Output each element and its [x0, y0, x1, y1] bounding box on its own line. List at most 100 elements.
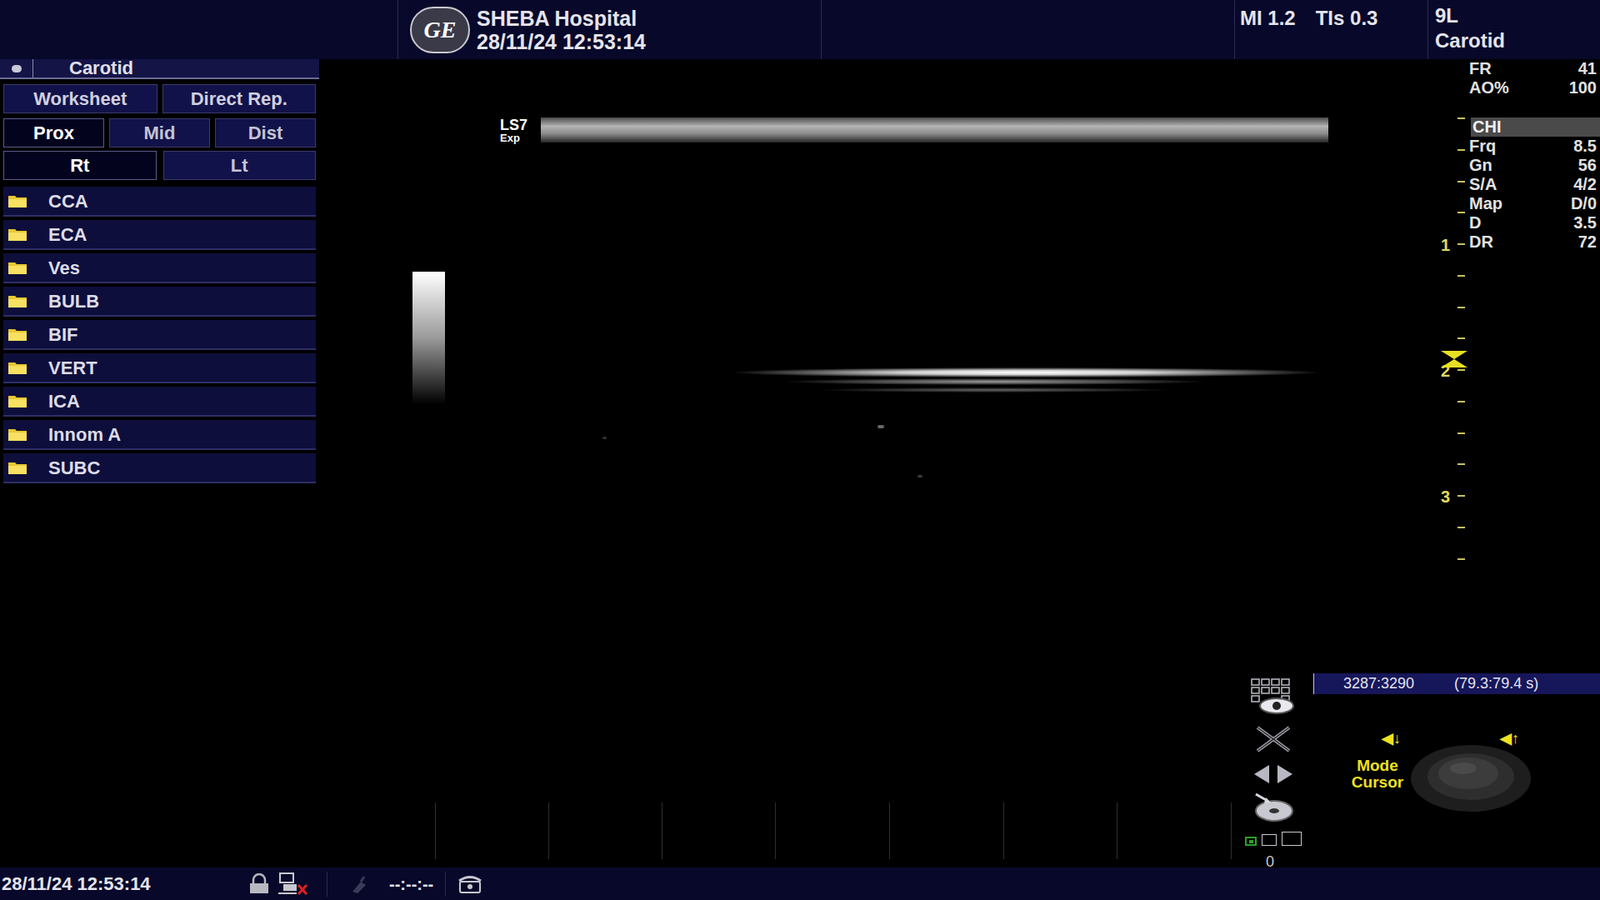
navigate-arrows-icon[interactable]	[1252, 763, 1295, 785]
delete-icon[interactable]	[1254, 724, 1293, 755]
chi-mode[interactable]: CHI	[1470, 117, 1600, 137]
phone-icon	[457, 873, 483, 895]
depth-tick	[1457, 275, 1465, 277]
side-button[interactable]: Lt	[163, 150, 317, 180]
hospital-name: SHEBA Hospital	[476, 6, 646, 30]
parameter-panel: FR41AO%100 CHI Frq8.5Gn56S/A4/2MapD/0D3.…	[1469, 59, 1600, 252]
depth-tick	[1457, 149, 1465, 151]
depth-tick	[1457, 495, 1465, 497]
cine-time: (79.3:79.4 s)	[1454, 672, 1539, 695]
cine-bar[interactable]: 3287:3290 (79.3:79.4 s)	[1313, 673, 1600, 695]
echo-line	[785, 378, 1203, 385]
timeline-mark	[889, 802, 890, 860]
sidebar-item[interactable]: VERT	[3, 353, 316, 384]
sidebar-item[interactable]: BULB	[3, 286, 316, 317]
segment-button[interactable]: Prox	[3, 118, 105, 148]
folder-icon	[7, 326, 28, 342]
timeline-mark	[1230, 802, 1232, 860]
disk-save-icon[interactable]	[1250, 790, 1295, 823]
parameter-row[interactable]: S/A4/2	[1469, 175, 1600, 195]
focus-marker-icon[interactable]	[1440, 350, 1469, 369]
depth-tick	[1457, 526, 1465, 529]
right-arrow-label: ◀↑	[1500, 727, 1520, 750]
view-layout-boxes[interactable]	[1245, 831, 1302, 846]
folder-icon	[7, 360, 28, 375]
timeline-mark	[775, 802, 776, 860]
mi-reading: MI 1.2	[1240, 3, 1296, 34]
trackball-icon[interactable]	[1408, 740, 1534, 815]
panel-dot-icon[interactable]	[0, 59, 34, 78]
depth-tick	[1457, 558, 1465, 560]
header-datetime: 28/11/24 12:53:14	[476, 30, 646, 54]
segment-button[interactable]: Dist	[215, 118, 316, 148]
depth-tick	[1457, 306, 1465, 309]
worksheet-tab[interactable]: Direct Rep.	[162, 84, 317, 114]
sidebar-item[interactable]: CCA	[3, 186, 316, 217]
status-clock: --:--:--	[389, 871, 434, 897]
status-bar: 28/11/24 12:53:14 --:--:--	[0, 867, 1600, 900]
parameter-row[interactable]: AO%100	[1469, 78, 1600, 98]
depth-tick	[1457, 180, 1465, 183]
parameter-row[interactable]: FR41	[1469, 59, 1600, 79]
header: GE SHEBA Hospital 28/11/24 12:53:14 MI 1…	[0, 0, 1600, 60]
sidebar-item[interactable]: SUBC	[3, 453, 316, 484]
tis-reading: TIs 0.3	[1315, 3, 1379, 34]
ultrasound-canvas: LS7 Exp 123 FR41AO%100 CHI Frq8.5Gn56S/A…	[319, 59, 1600, 868]
preset-name: Carotid	[1435, 28, 1600, 54]
cine-frames: 3287:3290	[1343, 672, 1415, 695]
near-field-echo	[540, 117, 1329, 143]
sidebar-item[interactable]: ICA	[3, 386, 316, 417]
sidebar-title: Carotid	[33, 58, 134, 79]
mode-cursor-label: Mode Cursor	[1342, 757, 1413, 791]
clip-counter: 0	[1265, 850, 1275, 874]
probe-name: 9L	[1435, 3, 1600, 29]
ge-logo-icon: GE	[410, 6, 470, 54]
parameter-row[interactable]: Gn56	[1469, 155, 1600, 175]
depth-tick	[1457, 117, 1465, 120]
folder-icon	[7, 193, 28, 209]
segment-button[interactable]: Mid	[109, 118, 210, 148]
timeline-mark	[661, 802, 663, 860]
timeline	[319, 802, 1253, 868]
probe-icon	[349, 873, 371, 895]
left-arrow-label: ◀↓	[1381, 727, 1401, 750]
folder-icon	[7, 226, 28, 242]
parameter-row[interactable]: MapD/0	[1469, 194, 1600, 214]
echo-line	[735, 367, 1317, 378]
folder-icon	[7, 293, 28, 309]
side-button[interactable]: Rt	[3, 150, 157, 180]
grid-eye-icon[interactable]	[1250, 677, 1297, 716]
folder-icon	[7, 260, 28, 275]
parameter-row[interactable]: D3.5	[1469, 213, 1600, 233]
depth-label: 1	[1440, 235, 1450, 255]
status-datetime: 28/11/24 12:53:14	[0, 870, 247, 898]
timeline-mark	[435, 802, 436, 860]
depth-tick	[1457, 211, 1465, 214]
depth-tick	[1457, 432, 1465, 435]
folder-icon	[7, 426, 28, 442]
timeline-mark	[1116, 802, 1118, 860]
depth-tick	[1457, 463, 1465, 465]
depth-tick	[1457, 369, 1465, 371]
grayscale-bar	[412, 271, 445, 405]
lock-icon	[246, 873, 272, 895]
echo-line	[819, 387, 1170, 393]
folder-icon	[7, 393, 28, 409]
depth-tick	[1457, 337, 1465, 340]
network-disconnected-icon	[276, 871, 310, 897]
sidebar-item[interactable]: Innom A	[3, 420, 316, 450]
depth-tick	[1457, 243, 1465, 245]
timeline-mark	[548, 802, 550, 860]
folder-icon	[7, 460, 28, 475]
parameter-row[interactable]: DR72	[1469, 232, 1600, 252]
timeline-mark	[1003, 802, 1005, 860]
worksheet-sidebar: Carotid WorksheetDirect Rep. ProxMidDist…	[0, 59, 320, 868]
depth-label: 3	[1440, 487, 1450, 506]
worksheet-tab[interactable]: Worksheet	[3, 84, 158, 114]
depth-tick	[1457, 400, 1465, 403]
parameter-row[interactable]: Frq8.5	[1469, 136, 1600, 156]
probe-label: LS7 Exp	[500, 117, 528, 144]
sidebar-item[interactable]: BIF	[3, 320, 316, 350]
sidebar-item[interactable]: ECA	[3, 220, 316, 250]
sidebar-item[interactable]: Ves	[3, 253, 316, 284]
